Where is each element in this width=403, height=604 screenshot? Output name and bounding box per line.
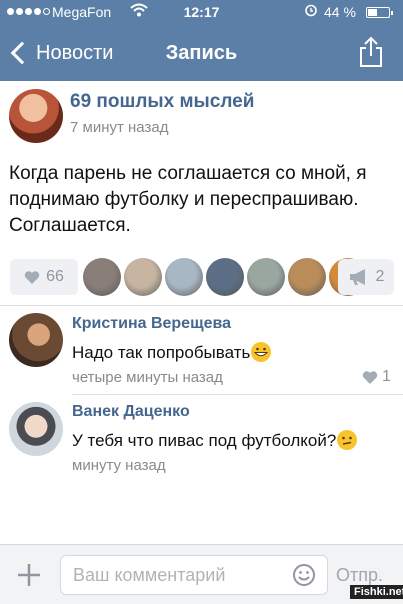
likers-avatars bbox=[83, 258, 367, 296]
status-bar: MegaFon 12:17 44 % bbox=[0, 0, 403, 24]
share-button[interactable] bbox=[358, 36, 384, 68]
emoji-button[interactable] bbox=[292, 563, 316, 587]
heart-icon bbox=[362, 370, 378, 384]
divider bbox=[72, 394, 403, 395]
like-button[interactable]: 66 bbox=[10, 259, 78, 295]
post-timestamp: 7 минут назад bbox=[70, 119, 169, 136]
send-button[interactable]: Отпр. bbox=[336, 565, 383, 586]
comment-text: Надо так попробывать bbox=[72, 342, 272, 363]
battery-icon bbox=[366, 7, 393, 18]
liker-avatar[interactable] bbox=[247, 258, 285, 296]
liker-avatar[interactable] bbox=[83, 258, 121, 296]
comment-like-count: 1 bbox=[382, 368, 391, 385]
grinning-emoji-icon bbox=[251, 342, 272, 362]
comment-input[interactable] bbox=[61, 556, 281, 594]
page-title: Запись bbox=[165, 42, 238, 64]
smiley-icon bbox=[293, 564, 315, 586]
liker-avatar[interactable] bbox=[165, 258, 203, 296]
post-text: Когда парень не соглашается со мной, я п… bbox=[9, 163, 367, 236]
attach-button[interactable] bbox=[16, 562, 42, 588]
comment-author-avatar[interactable] bbox=[9, 313, 63, 367]
comment-author-name[interactable]: Кристина Верещева bbox=[72, 315, 231, 333]
watermark: Fishki.net bbox=[350, 585, 403, 599]
comment-author-name[interactable]: Ванек Даценко bbox=[72, 403, 190, 421]
divider bbox=[0, 305, 403, 306]
repost-button[interactable]: 2 bbox=[338, 259, 394, 295]
post-author-name[interactable]: 69 пошлых мыслей bbox=[70, 91, 254, 113]
repost-count: 2 bbox=[375, 268, 385, 285]
comment-like-button[interactable]: 1 bbox=[362, 368, 391, 386]
liker-avatar[interactable] bbox=[124, 258, 162, 296]
comment-timestamp: четыре минуты назад bbox=[72, 369, 223, 386]
comment-composer: Отпр. bbox=[0, 544, 403, 604]
liker-avatar[interactable] bbox=[206, 258, 244, 296]
heart-icon bbox=[24, 270, 40, 284]
confused-emoji-icon bbox=[337, 430, 358, 450]
megaphone-icon bbox=[349, 269, 365, 285]
comment-box bbox=[60, 555, 328, 595]
share-icon bbox=[360, 36, 382, 67]
liker-avatar[interactable] bbox=[288, 258, 326, 296]
post-author-avatar[interactable] bbox=[9, 89, 63, 143]
comment-author-avatar[interactable] bbox=[9, 402, 63, 456]
plus-icon bbox=[18, 564, 40, 586]
comment-text: У тебя что пивас под футболкой? bbox=[72, 430, 358, 451]
top-bar: MegaFon 12:17 44 % Новости Запись bbox=[0, 0, 403, 81]
comment-timestamp: минуту назад bbox=[72, 457, 166, 474]
like-count: 66 bbox=[46, 268, 64, 285]
alarm-icon bbox=[304, 3, 318, 20]
battery-percent: 44 % bbox=[324, 4, 356, 20]
